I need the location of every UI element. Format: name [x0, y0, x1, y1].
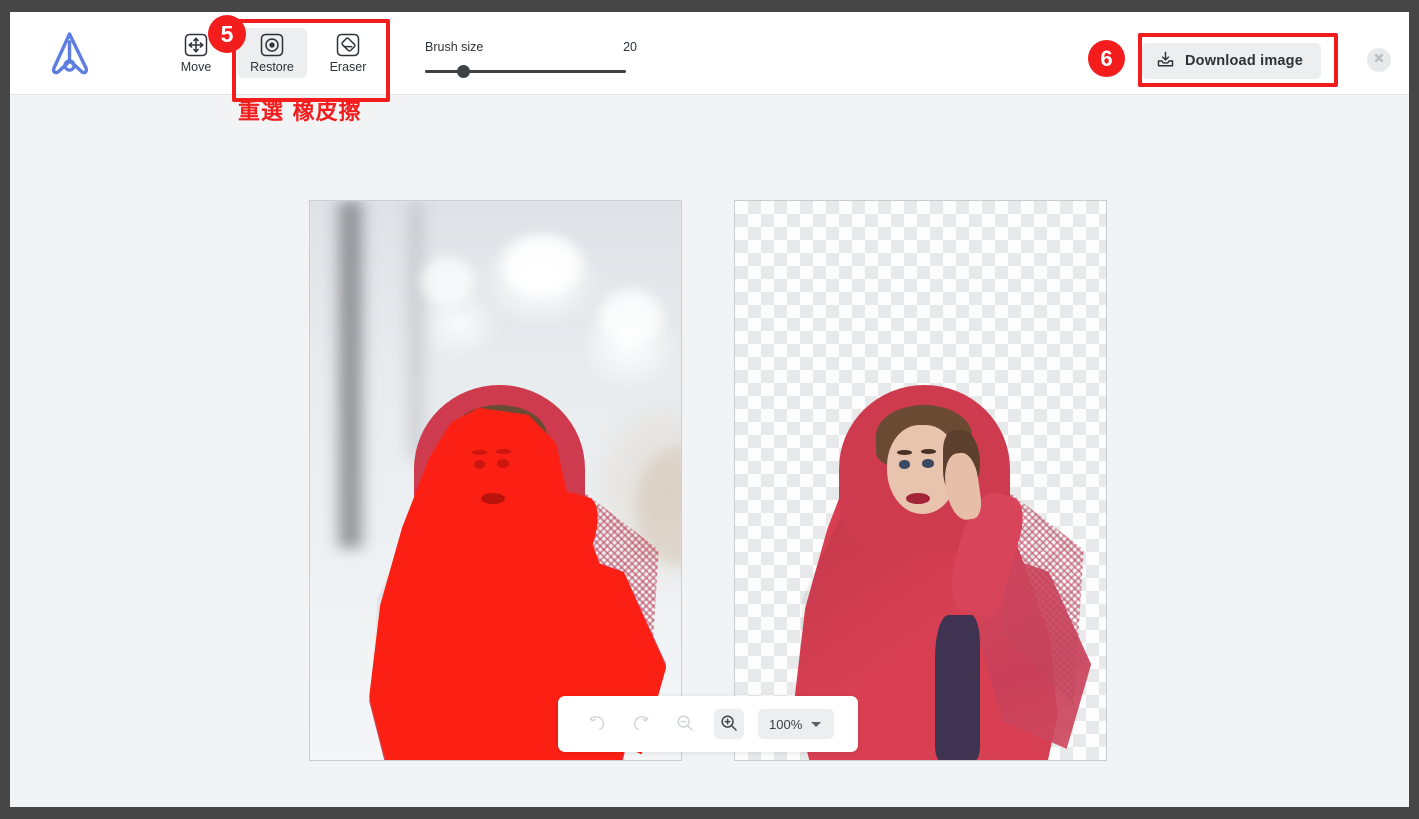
eraser-icon — [336, 33, 360, 57]
undo-button[interactable] — [582, 709, 612, 739]
tool-eraser-label: Eraser — [329, 60, 367, 74]
redo-button[interactable] — [626, 709, 656, 739]
download-tray-icon — [1156, 50, 1175, 72]
zoom-in-button[interactable] — [714, 709, 744, 739]
move-arrows-icon — [184, 33, 208, 57]
brush-size-value: 20 — [623, 40, 637, 54]
brush-size-label: Brush size — [425, 40, 484, 54]
annotation-chinese-note: 重選 橡皮擦 — [238, 100, 362, 125]
subject-cutout — [735, 201, 1106, 760]
annotation-badge-6: 6 — [1088, 40, 1125, 77]
magnifier-minus-icon — [675, 713, 695, 736]
tool-eraser[interactable]: Eraser — [313, 28, 383, 78]
original-image-with-selection-mask[interactable] — [309, 200, 682, 761]
download-image-button[interactable]: Download image — [1142, 43, 1322, 79]
tool-restore[interactable]: Restore — [237, 28, 307, 78]
brush-size-control: Brush size 20 — [425, 40, 637, 78]
redo-arrow-icon — [631, 713, 651, 736]
zoom-toolbar: 50%75%100%150%200% — [558, 696, 858, 752]
tool-restore-label: Restore — [250, 60, 294, 74]
tool-group: Move Restore Eraser — [161, 28, 383, 78]
brush-size-slider-handle[interactable] — [457, 65, 471, 78]
subject-silhouette — [310, 201, 681, 760]
site-logo[interactable]: removal.ai — [122, 0, 251, 5]
magnifier-plus-icon — [719, 713, 739, 736]
editor-modal: Move Restore Eraser Brush size 20 Downlo… — [10, 12, 1409, 807]
download-image-label: Download image — [1185, 53, 1304, 69]
zoom-out-button[interactable] — [670, 709, 700, 739]
brush-size-slider[interactable] — [425, 65, 626, 78]
result-image-transparent-background[interactable] — [734, 200, 1107, 761]
page-root: removal.ai Tool & API Pricing Remove Bac… — [0, 0, 1419, 819]
undo-arrow-icon — [587, 713, 607, 736]
close-x-icon — [1373, 51, 1385, 69]
close-button[interactable] — [1367, 48, 1391, 72]
restore-dot-icon — [260, 33, 284, 57]
removal-ai-logo-icon[interactable] — [43, 28, 97, 78]
annotation-badge-5: 5 — [208, 15, 246, 53]
canvas-area: 50%75%100%150%200% — [10, 95, 1409, 807]
site-header: removal.ai Tool & API Pricing Remove Bac… — [0, 0, 1419, 12]
tool-move-label: Move — [180, 60, 212, 74]
zoom-level-select[interactable]: 50%75%100%150%200% — [758, 709, 834, 739]
